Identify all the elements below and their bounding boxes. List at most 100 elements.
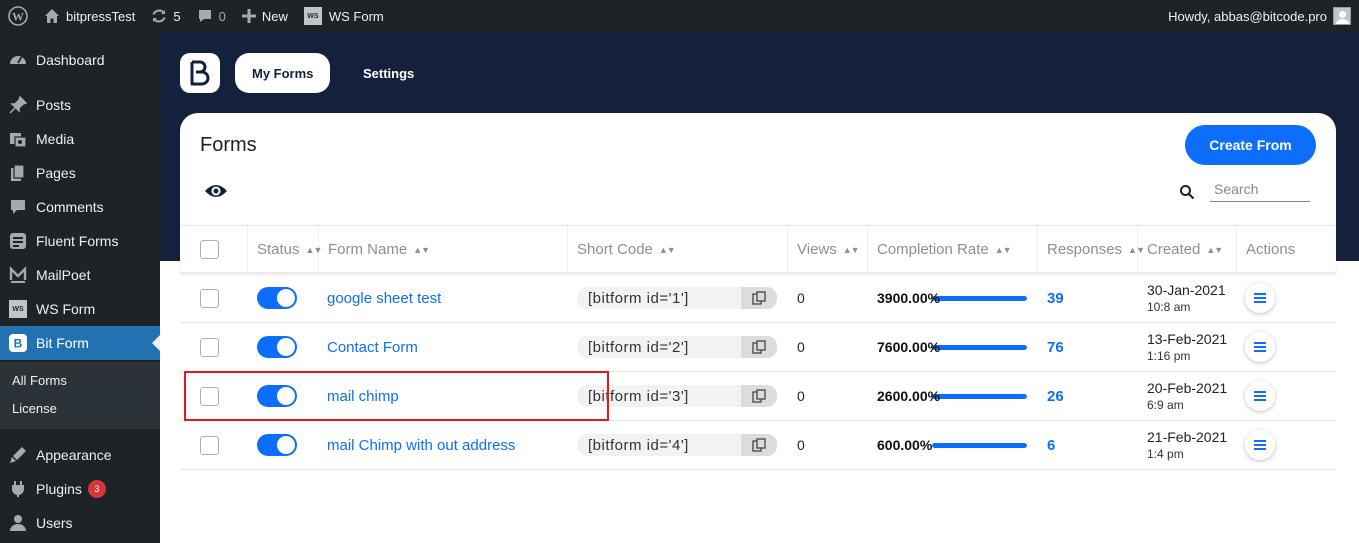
actions-cell — [1245, 372, 1305, 420]
ws-form-link[interactable]: WS WS Form — [296, 0, 392, 32]
copy-icon[interactable] — [741, 434, 777, 456]
table-row[interactable]: google sheet test [bitform id='1'] 0 390… — [180, 274, 1336, 323]
column-created[interactable]: Created ▲▼ — [1138, 226, 1237, 273]
site-name-link[interactable]: bitpressTest — [36, 0, 143, 32]
menu-posts[interactable]: Posts — [0, 88, 160, 122]
status-toggle[interactable] — [257, 287, 297, 309]
menu-label: Appearance — [36, 447, 112, 463]
ws-form-label: WS Form — [328, 8, 384, 24]
select-all-cell — [180, 226, 248, 273]
actions-menu-button[interactable] — [1245, 381, 1275, 411]
column-responses[interactable]: Responses ▲▼ — [1038, 226, 1145, 273]
short-code-text: [bitform id='1'] — [588, 289, 689, 307]
status-toggle[interactable] — [257, 336, 297, 358]
greeting: Howdy, abbas@bitcode.pro — [1168, 8, 1327, 24]
menu-pages[interactable]: Pages — [0, 156, 160, 190]
menu-users[interactable]: Users — [0, 506, 160, 540]
updates-link[interactable]: 5 — [143, 0, 188, 32]
form-name-link[interactable]: google sheet test — [327, 290, 441, 307]
completion-rate: 600.00% — [877, 421, 1027, 469]
row-checkbox[interactable] — [200, 337, 219, 357]
create-form-button[interactable]: Create From — [1185, 125, 1316, 165]
row-select-cell — [200, 274, 240, 322]
menu-bit-form[interactable]: B Bit Form — [0, 326, 160, 360]
views-value: 0 — [797, 437, 805, 453]
form-name-cell: mail Chimp with out address — [327, 421, 567, 469]
bit-form-logo[interactable] — [180, 53, 220, 93]
submenu-all-forms[interactable]: All Forms — [12, 373, 67, 388]
responses-link[interactable]: 76 — [1047, 339, 1064, 356]
wp-logo-button[interactable]: W — [0, 0, 36, 32]
column-label: Views — [797, 241, 837, 258]
menu-fluent-forms[interactable]: Fluent Forms — [0, 224, 160, 258]
menu-media[interactable]: Media — [0, 122, 160, 156]
completion-rate-value: 3900.00% — [877, 290, 941, 306]
menu-appearance[interactable]: Appearance — [0, 438, 160, 472]
menu-icon — [1254, 440, 1266, 450]
select-all-checkbox[interactable] — [200, 240, 219, 259]
views-cell: 0 — [797, 421, 857, 469]
table-row[interactable]: Contact Form [bitform id='2'] 0 7600.00%… — [180, 323, 1336, 372]
eye-icon[interactable] — [204, 182, 228, 205]
comments-icon — [8, 197, 28, 217]
status-toggle[interactable] — [257, 434, 297, 456]
column-completion-rate[interactable]: Completion Rate ▲▼ — [868, 226, 1038, 273]
column-label: Created — [1147, 241, 1201, 258]
column-actions: Actions — [1237, 226, 1336, 273]
completion-rate-cell: 7600.00% — [877, 323, 1032, 371]
menu-plugins[interactable]: Plugins 3 — [0, 472, 160, 506]
tab-my-forms[interactable]: My Forms — [235, 53, 331, 93]
search-input[interactable] — [1210, 176, 1310, 202]
menu-label: Plugins — [36, 481, 82, 497]
created-date: 20-Feb-2021 — [1147, 380, 1228, 396]
column-label: Form Name — [328, 241, 408, 258]
table-row[interactable]: mail Chimp with out address [bitform id=… — [180, 421, 1336, 470]
completion-rate-value: 7600.00% — [877, 339, 941, 355]
copy-icon[interactable] — [741, 385, 777, 407]
column-form-name[interactable]: Form Name ▲▼ — [319, 226, 568, 273]
column-views[interactable]: Views ▲▼ — [788, 226, 868, 273]
actions-menu-button[interactable] — [1245, 332, 1275, 362]
comments-link[interactable]: 0 — [189, 0, 234, 32]
form-name-link[interactable]: mail Chimp with out address — [327, 437, 515, 454]
responses-link[interactable]: 26 — [1047, 388, 1064, 405]
responses-cell: 39 — [1047, 274, 1127, 322]
menu-label: Pages — [36, 165, 76, 181]
tab-settings[interactable]: Settings — [346, 53, 431, 93]
views-value: 0 — [797, 388, 805, 404]
users-icon — [8, 513, 28, 533]
copy-icon[interactable] — [741, 336, 777, 358]
menu-ws-form[interactable]: WS WS Form — [0, 292, 160, 326]
menu-comments[interactable]: Comments — [0, 190, 160, 224]
appearance-icon — [8, 445, 28, 465]
completion-progress-bar — [932, 296, 1027, 301]
media-icon — [8, 129, 28, 149]
row-checkbox[interactable] — [200, 435, 219, 455]
menu-label: Media — [36, 131, 75, 147]
submenu-license[interactable]: License — [12, 401, 57, 416]
copy-icon[interactable] — [741, 287, 777, 309]
completion-rate: 3900.00% — [877, 274, 1027, 322]
account-menu[interactable]: Howdy, abbas@bitcode.pro — [1160, 0, 1355, 32]
completion-rate-value: 600.00% — [877, 437, 933, 453]
column-status[interactable]: Status ▲▼ — [248, 226, 322, 273]
menu-mailpoet[interactable]: MailPoet — [0, 258, 160, 292]
completion-rate-cell: 2600.00% — [877, 372, 1032, 420]
row-checkbox[interactable] — [200, 288, 219, 308]
created-time: 10:8 am — [1147, 300, 1191, 314]
form-name-link[interactable]: Contact Form — [327, 339, 418, 356]
actions-cell — [1245, 274, 1305, 322]
column-short-code[interactable]: Short Code ▲▼ — [568, 226, 788, 273]
actions-menu-button[interactable] — [1245, 283, 1275, 313]
row-select-cell — [200, 421, 240, 469]
views-value: 0 — [797, 290, 805, 306]
main-content: My Forms Settings Forms Create From Stat… — [160, 32, 1359, 543]
avatar — [1333, 7, 1351, 25]
actions-menu-button[interactable] — [1245, 430, 1275, 460]
menu-dashboard[interactable]: Dashboard — [0, 43, 160, 77]
completion-rate-value: 2600.00% — [877, 388, 941, 404]
home-icon — [44, 8, 60, 24]
responses-link[interactable]: 6 — [1047, 437, 1055, 454]
responses-link[interactable]: 39 — [1047, 290, 1064, 307]
new-content-link[interactable]: New — [234, 0, 296, 32]
